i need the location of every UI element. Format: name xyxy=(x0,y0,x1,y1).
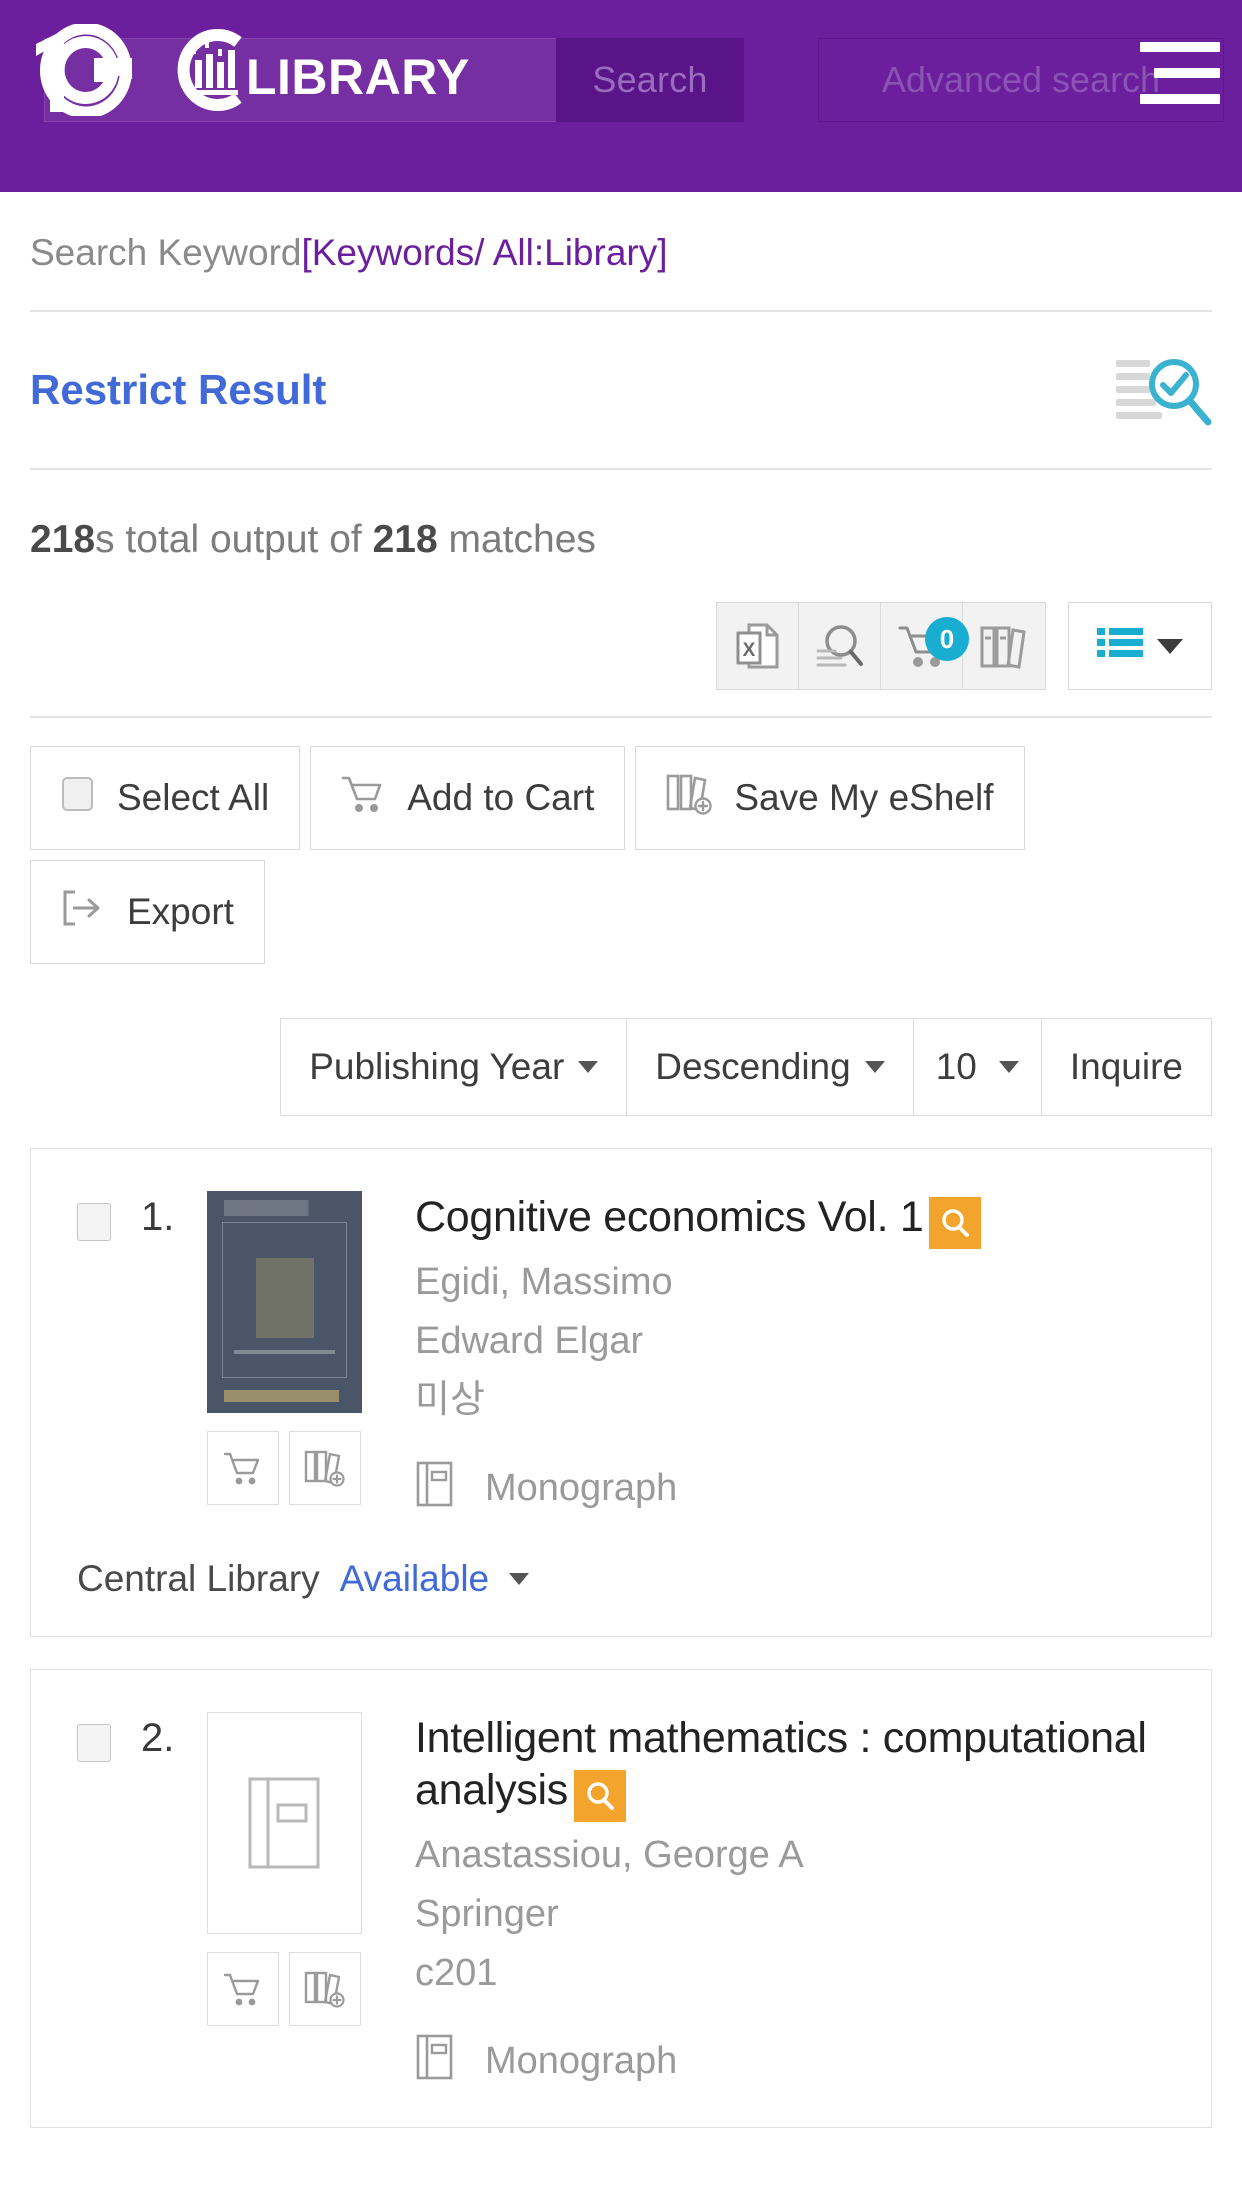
eshelf-add-icon xyxy=(666,772,713,825)
result-holding: Central Library Available xyxy=(31,1558,1211,1600)
eshelf-add-icon xyxy=(304,1971,345,2008)
site-logo[interactable]: LIBRARY xyxy=(30,24,520,116)
result-library-name: Central Library xyxy=(77,1557,320,1599)
chevron-down-icon xyxy=(864,1061,885,1073)
result-availability-status[interactable]: Available xyxy=(340,1558,489,1600)
result-add-to-cart-button[interactable] xyxy=(207,1951,279,2026)
result-save-eshelf-button[interactable] xyxy=(289,1431,361,1505)
inquire-label: Inquire xyxy=(1069,1046,1183,1087)
bulk-actions: Select All Add to Cart Save My eShelf Ex… xyxy=(30,718,1212,964)
result-index: 2. xyxy=(141,1715,175,1760)
restrict-result-row[interactable]: Restrict Result xyxy=(30,312,1212,470)
result-checkbox[interactable] xyxy=(77,1203,111,1241)
chevron-down-icon[interactable] xyxy=(509,1572,530,1585)
export-button[interactable]: Export xyxy=(30,860,265,964)
advanced-search-label: Advanced search xyxy=(881,59,1161,100)
result-save-eshelf-button[interactable] xyxy=(289,1951,361,2026)
result-title-text: Intelligent mathematics : computational … xyxy=(415,1713,1147,1815)
svg-text:X: X xyxy=(742,640,755,661)
book-cover-thumbnail[interactable] xyxy=(207,1191,362,1413)
result-add-to-cart-button[interactable] xyxy=(207,1431,279,1505)
add-to-cart-button[interactable]: Add to Cart xyxy=(310,746,626,850)
eshelf-add-icon xyxy=(304,1450,345,1487)
results-list: 1. Cognitive economics Vol. 1 Egidi, Mas… xyxy=(30,1116,1212,2128)
site-header: Search Advanced search LIBRARY xyxy=(0,0,1242,192)
results-summary-mid: s total output of xyxy=(95,518,373,561)
result-index: 1. xyxy=(141,1195,175,1239)
per-page-label: 10 xyxy=(935,1046,977,1087)
select-all-label: Select All xyxy=(117,777,270,818)
cart-icon[interactable]: 0 xyxy=(881,603,969,689)
result-material-type-label: Monograph xyxy=(485,1467,678,1510)
excel-export-icon[interactable]: X xyxy=(717,603,799,689)
result-material-type: Monograph xyxy=(415,1460,1165,1518)
book-icon xyxy=(415,2033,455,2091)
cart-icon xyxy=(223,1452,260,1485)
magnifier-icon[interactable] xyxy=(929,1197,982,1249)
page-body: Search Keyword[Keywords/ All:Library] Re… xyxy=(0,192,1242,2128)
select-all-button[interactable]: Select All xyxy=(30,746,301,850)
result-title[interactable]: Cognitive economics Vol. 1 xyxy=(415,1191,1165,1249)
save-my-eshelf-label: Save My eShelf xyxy=(734,777,994,818)
chevron-down-icon xyxy=(998,1061,1019,1073)
result-publisher: Springer xyxy=(415,1893,559,1936)
chevron-down-icon xyxy=(578,1061,599,1073)
add-to-cart-label: Add to Cart xyxy=(407,777,595,818)
search-button[interactable]: Search xyxy=(556,38,744,122)
save-my-eshelf-button[interactable]: Save My eShelf xyxy=(635,746,1025,850)
results-summary-suffix: matches xyxy=(437,518,596,561)
result-author: Egidi, Massimo xyxy=(415,1261,673,1303)
result-title[interactable]: Intelligent mathematics : computational … xyxy=(415,1712,1165,1823)
result-item: 1. Cognitive economics Vol. 1 Egidi, Mas… xyxy=(30,1148,1212,1637)
checkbox-icon xyxy=(61,775,95,822)
view-mode-dropdown[interactable] xyxy=(1068,602,1212,690)
list-search-check-icon[interactable] xyxy=(1116,354,1212,426)
sort-field-dropdown[interactable]: Publishing Year xyxy=(280,1018,627,1116)
sort-order-label: Descending xyxy=(655,1046,851,1087)
result-author: Anastassiou, George A xyxy=(415,1834,804,1877)
result-publisher: Edward Elgar xyxy=(415,1319,644,1362)
restrict-result-label[interactable]: Restrict Result xyxy=(30,366,326,414)
result-item: 2. Intelligent mathematics: computation… xyxy=(30,1668,1212,2128)
results-count-total: 218 xyxy=(372,518,438,561)
toolbar-icon-group: X 0 xyxy=(716,602,1046,690)
chevron-down-icon xyxy=(1157,638,1183,654)
results-count-output: 218 xyxy=(30,518,96,561)
book-icon xyxy=(415,1460,455,1518)
results-toolbar: X 0 xyxy=(30,572,1212,718)
search-results-icon[interactable] xyxy=(799,603,881,689)
result-year: c201 xyxy=(415,1951,498,1994)
search-button-label: Search xyxy=(592,59,708,100)
magnifier-icon[interactable] xyxy=(573,1770,626,1823)
per-page-dropdown[interactable]: 10 xyxy=(912,1018,1041,1116)
eshelf-icon[interactable] xyxy=(963,603,1045,689)
search-keyword-row: Search Keyword[Keywords/ All:Library] xyxy=(30,192,1212,312)
export-icon xyxy=(61,889,105,936)
cart-icon xyxy=(341,773,385,824)
results-summary: 218s total output of 218 matches xyxy=(30,470,1212,572)
result-material-type-label: Monograph xyxy=(485,2040,678,2083)
result-material-type: Monograph xyxy=(415,2033,1165,2091)
cart-icon xyxy=(223,1973,260,2006)
search-keyword-value: [Keywords/ All:Library] xyxy=(301,232,668,273)
result-year: 미상 xyxy=(415,1378,485,1421)
svg-text:LIBRARY: LIBRARY xyxy=(246,49,470,105)
sort-controls: Publishing Year Descending 10 Inquire xyxy=(30,964,1212,1116)
sort-order-dropdown[interactable]: Descending xyxy=(626,1018,913,1116)
export-label: Export xyxy=(127,891,234,932)
book-cover-placeholder[interactable] xyxy=(207,1711,362,1934)
inquire-button[interactable]: Inquire xyxy=(1040,1018,1212,1116)
book-icon xyxy=(248,1777,319,1869)
search-keyword-label: Search Keyword xyxy=(30,232,302,273)
list-view-icon xyxy=(1097,628,1143,657)
result-checkbox[interactable] xyxy=(77,1723,111,1762)
hamburger-menu-icon[interactable] xyxy=(1140,42,1220,104)
result-title-text: Cognitive economics Vol. 1 xyxy=(415,1193,924,1241)
sort-field-label: Publishing Year xyxy=(309,1046,565,1087)
